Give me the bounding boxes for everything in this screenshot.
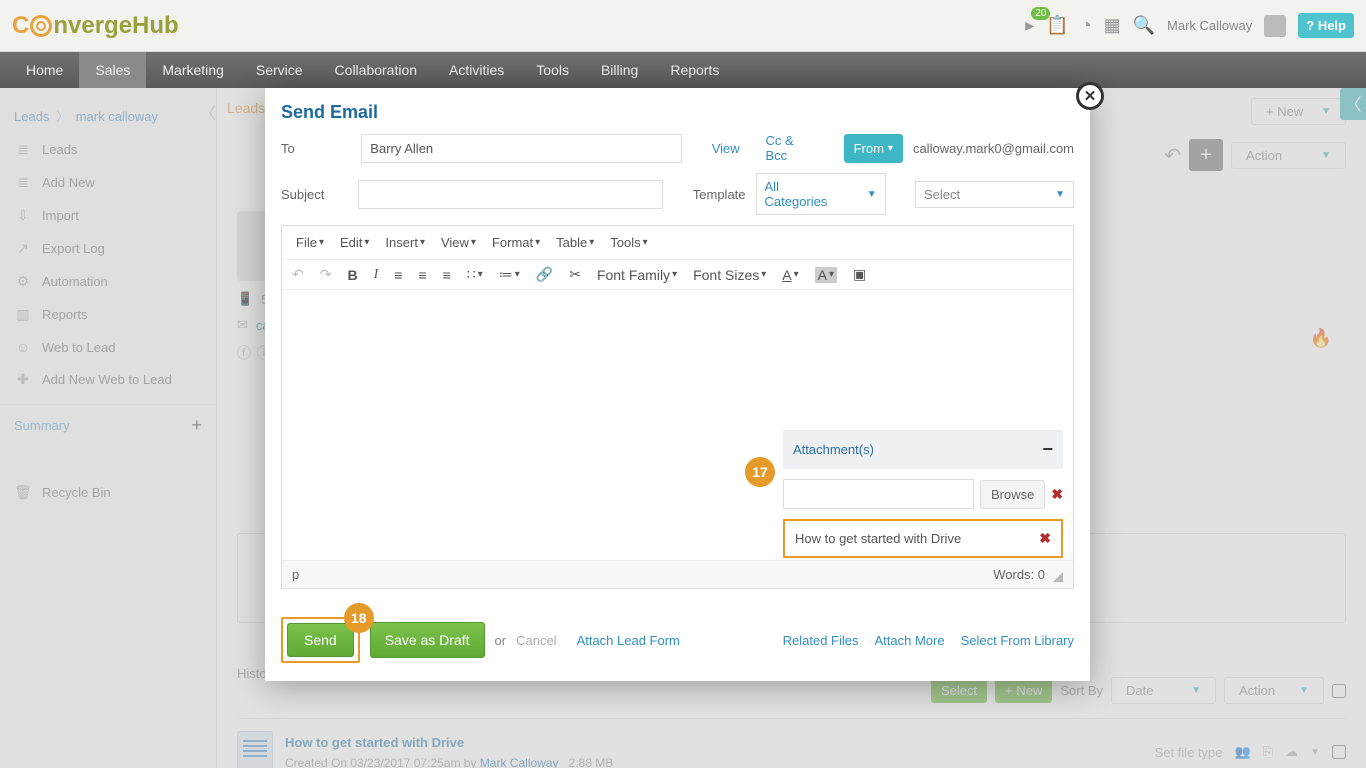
template-category-dropdown[interactable]: All Categories ▼ xyxy=(756,173,886,215)
clipboard-icon[interactable]: 📋 xyxy=(1046,15,1068,36)
nav-home[interactable]: Home xyxy=(10,52,79,88)
attach-more-link[interactable]: Attach More xyxy=(874,633,944,648)
menu-format[interactable]: Format▾ xyxy=(486,232,546,253)
search-icon[interactable]: 🔍 xyxy=(1133,15,1155,36)
editor: File▾ Edit▾ Insert▾ View▾ Format▾ Table▾… xyxy=(281,225,1074,589)
tpl-cat-label: All Categories xyxy=(765,179,837,209)
attachment-panel: Attachment(s) − 17 Browse ✖ How to get s… xyxy=(783,430,1063,558)
modal-footer: 18 Send Save as Draft or Cancel Attach L… xyxy=(265,605,1090,681)
attached-file-name: How to get started with Drive xyxy=(795,531,961,546)
to-input[interactable] xyxy=(361,134,682,163)
menu-table[interactable]: Table▾ xyxy=(550,232,600,253)
unlink-icon[interactable]: ✂ xyxy=(569,266,581,283)
view-link[interactable]: View xyxy=(712,141,740,156)
attached-file-row: How to get started with Drive ✖ xyxy=(783,519,1063,558)
from-email: calloway.mark0@gmail.com xyxy=(913,141,1074,156)
nav-reports[interactable]: Reports xyxy=(654,52,735,88)
menu-tools[interactable]: Tools▾ xyxy=(604,232,653,253)
nav-marketing[interactable]: Marketing xyxy=(146,52,239,88)
from-button[interactable]: From ▾ xyxy=(844,134,903,163)
from-label: From xyxy=(854,141,884,156)
avatar-icon[interactable] xyxy=(1264,15,1286,37)
font-sizes-dropdown[interactable]: Font Sizes ▾ xyxy=(693,267,766,283)
logo[interactable]: C nvergeHub xyxy=(12,12,179,40)
menu-file[interactable]: File▾ xyxy=(290,232,330,253)
close-icon[interactable]: ✕ xyxy=(1076,82,1104,110)
image-icon[interactable]: ▣ xyxy=(853,266,866,283)
chevron-down-icon: ▼ xyxy=(1055,189,1065,200)
menu-edit[interactable]: Edit▾ xyxy=(334,232,375,253)
notif-badge: 20 xyxy=(1031,7,1050,20)
editor-canvas[interactable]: Attachment(s) − 17 Browse ✖ How to get s… xyxy=(282,290,1073,560)
bullet-list-icon[interactable]: ∷ ▾ xyxy=(467,266,483,283)
template-label: Template xyxy=(693,187,746,202)
send-highlight: 18 Send xyxy=(281,617,360,663)
select-from-library-link[interactable]: Select From Library xyxy=(961,633,1074,648)
resize-handle-icon[interactable] xyxy=(1053,572,1063,582)
navbar: Home Sales Marketing Service Collaborati… xyxy=(0,52,1366,88)
logo-c: C xyxy=(12,12,29,40)
nav-sales[interactable]: Sales xyxy=(79,52,146,88)
ccbcc-link[interactable]: Cc & Bcc xyxy=(766,133,818,163)
logo-rest: nvergeHub xyxy=(53,12,178,40)
chevron-down-icon: ▾ xyxy=(888,143,893,154)
clock-icon[interactable]: ◔ xyxy=(1081,15,1092,36)
nav-service[interactable]: Service xyxy=(240,52,319,88)
cancel-link[interactable]: Cancel xyxy=(516,633,556,648)
word-count: Words: 0 xyxy=(993,567,1045,582)
menu-insert[interactable]: Insert▾ xyxy=(379,232,431,253)
attach-lead-form-link[interactable]: Attach Lead Form xyxy=(577,633,680,648)
link-icon[interactable]: 🔗 xyxy=(536,266,553,283)
menu-view[interactable]: View▾ xyxy=(435,232,482,253)
template-select-dropdown[interactable]: Select ▼ xyxy=(915,181,1074,208)
topbar-icons: ▸20 📋 ◔ ▦ 🔍 Mark Calloway ? Help xyxy=(1025,13,1354,38)
or-label: or xyxy=(495,633,507,648)
editor-toolbar: ↶ ↷ B I ≡ ≡ ≡ ∷ ▾ ≔ ▾ 🔗 ✂ Font Family ▾ … xyxy=(282,260,1073,290)
calendar-icon[interactable]: ▦ xyxy=(1104,15,1121,36)
save-draft-button[interactable]: Save as Draft xyxy=(370,622,485,658)
nav-billing[interactable]: Billing xyxy=(585,52,654,88)
status-path: p xyxy=(292,567,299,582)
subject-label: Subject xyxy=(281,187,348,202)
editor-menubar: File▾ Edit▾ Insert▾ View▾ Format▾ Table▾… xyxy=(282,226,1073,260)
highlight-icon[interactable]: A ▾ xyxy=(815,267,837,283)
redo-icon[interactable]: ↷ xyxy=(320,266,332,283)
italic-icon[interactable]: I xyxy=(374,267,379,283)
align-center-icon[interactable]: ≡ xyxy=(418,267,426,283)
nav-collaboration[interactable]: Collaboration xyxy=(319,52,434,88)
chevron-down-icon: ▼ xyxy=(867,189,877,200)
modal-title: Send Email xyxy=(265,88,1090,133)
to-label: To xyxy=(281,141,351,156)
font-family-dropdown[interactable]: Font Family ▾ xyxy=(597,267,677,283)
undo-icon[interactable]: ↶ xyxy=(292,266,304,283)
nav-activities[interactable]: Activities xyxy=(433,52,520,88)
attachment-path-input[interactable] xyxy=(783,479,974,509)
minus-icon[interactable]: − xyxy=(1042,439,1053,460)
attach-head-label: Attachment(s) xyxy=(793,442,874,457)
send-button[interactable]: Send xyxy=(287,623,354,657)
bold-icon[interactable]: B xyxy=(347,267,357,283)
nav-tools[interactable]: Tools xyxy=(520,52,585,88)
topbar: C nvergeHub ▸20 📋 ◔ ▦ 🔍 Mark Calloway ? … xyxy=(0,0,1366,52)
browse-button[interactable]: Browse xyxy=(980,480,1045,509)
help-button[interactable]: ? Help xyxy=(1298,13,1354,38)
flag-icon[interactable]: ▸20 xyxy=(1025,15,1034,36)
editor-statusbar: p Words: 0 xyxy=(282,560,1073,588)
send-email-modal: ✕ Send Email To View Cc & Bcc From▾ call… xyxy=(265,88,1090,681)
callout-18: 18 xyxy=(344,603,374,633)
logo-gear-icon xyxy=(30,15,52,37)
number-list-icon[interactable]: ≔ ▾ xyxy=(499,266,520,283)
remove-icon[interactable]: ✖ xyxy=(1051,486,1063,503)
align-right-icon[interactable]: ≡ xyxy=(443,267,451,283)
tpl-sel-label: Select xyxy=(924,187,960,202)
username[interactable]: Mark Calloway xyxy=(1167,18,1252,33)
text-color-icon[interactable]: A ▾ xyxy=(782,267,798,283)
align-left-icon[interactable]: ≡ xyxy=(394,267,402,283)
related-files-link[interactable]: Related Files xyxy=(783,633,859,648)
remove-icon[interactable]: ✖ xyxy=(1039,530,1051,547)
callout-17: 17 xyxy=(745,457,775,487)
subject-input[interactable] xyxy=(358,180,664,209)
attachment-header[interactable]: Attachment(s) − xyxy=(783,430,1063,469)
